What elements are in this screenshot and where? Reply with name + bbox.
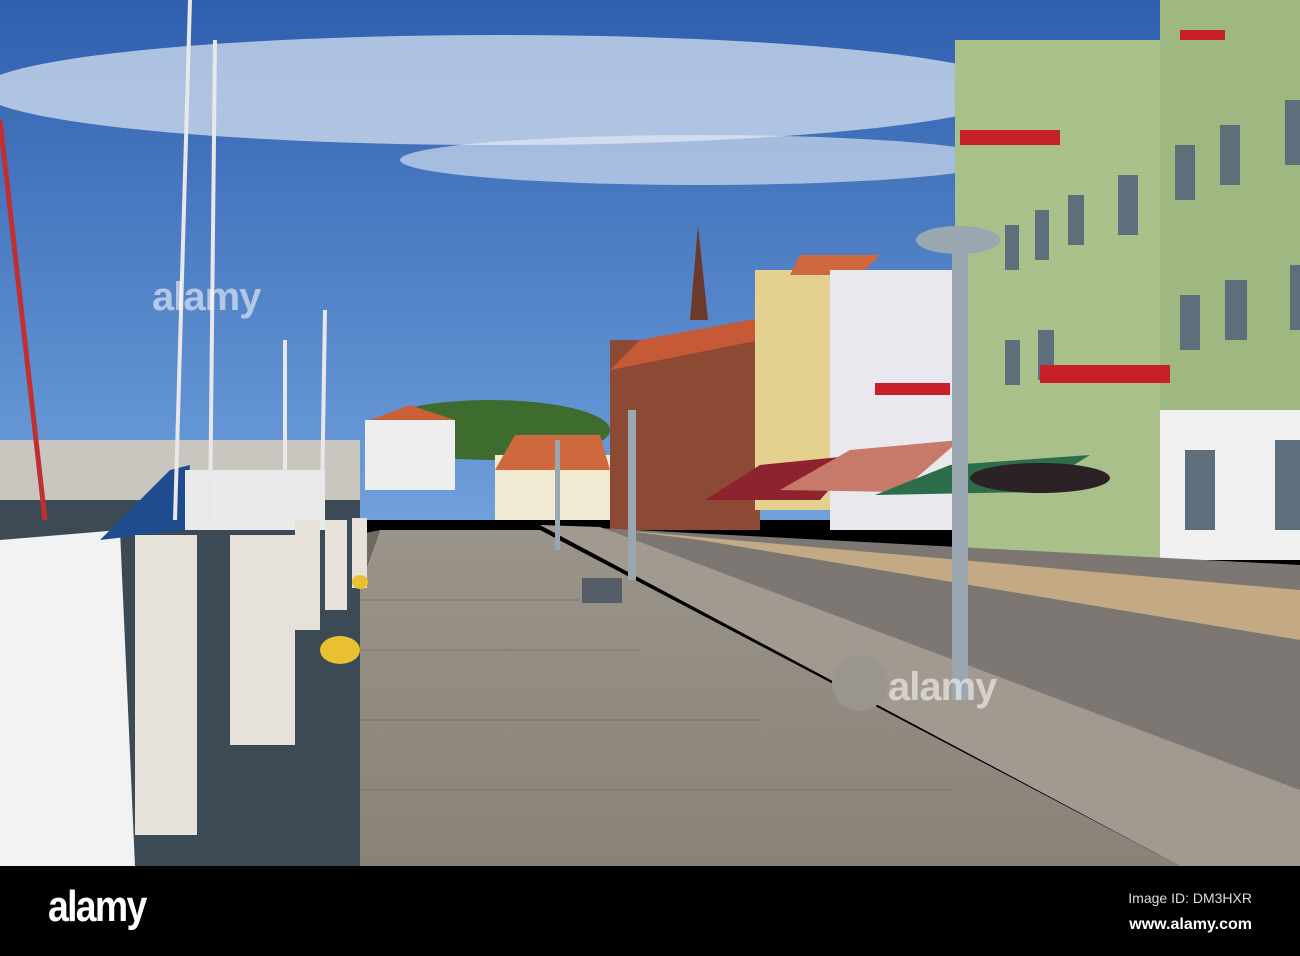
site-url: www.alamy.com — [1129, 916, 1252, 933]
watermark-logo: alamy — [888, 665, 997, 709]
cloud — [0, 35, 1020, 145]
green-building — [1160, 0, 1300, 420]
distant-building — [365, 420, 455, 490]
roof — [495, 435, 610, 470]
footer-bar: alamy Image ID: DM3HXR www.alamy.com — [0, 866, 1300, 956]
stone-bollard — [832, 655, 888, 711]
bench — [582, 578, 622, 603]
alamy-logo: alamy — [48, 882, 147, 931]
boat — [0, 530, 135, 866]
image-id: Image ID: DM3HXR — [1128, 890, 1252, 906]
harbor-promenade-photo — [0, 0, 1300, 866]
cloud — [400, 135, 1000, 185]
stock-photo: alamy alamy alamy Image ID: DM3HXR www.a… — [0, 0, 1300, 956]
umbrella — [970, 463, 1110, 493]
watermark-logo: alamy — [152, 275, 261, 319]
